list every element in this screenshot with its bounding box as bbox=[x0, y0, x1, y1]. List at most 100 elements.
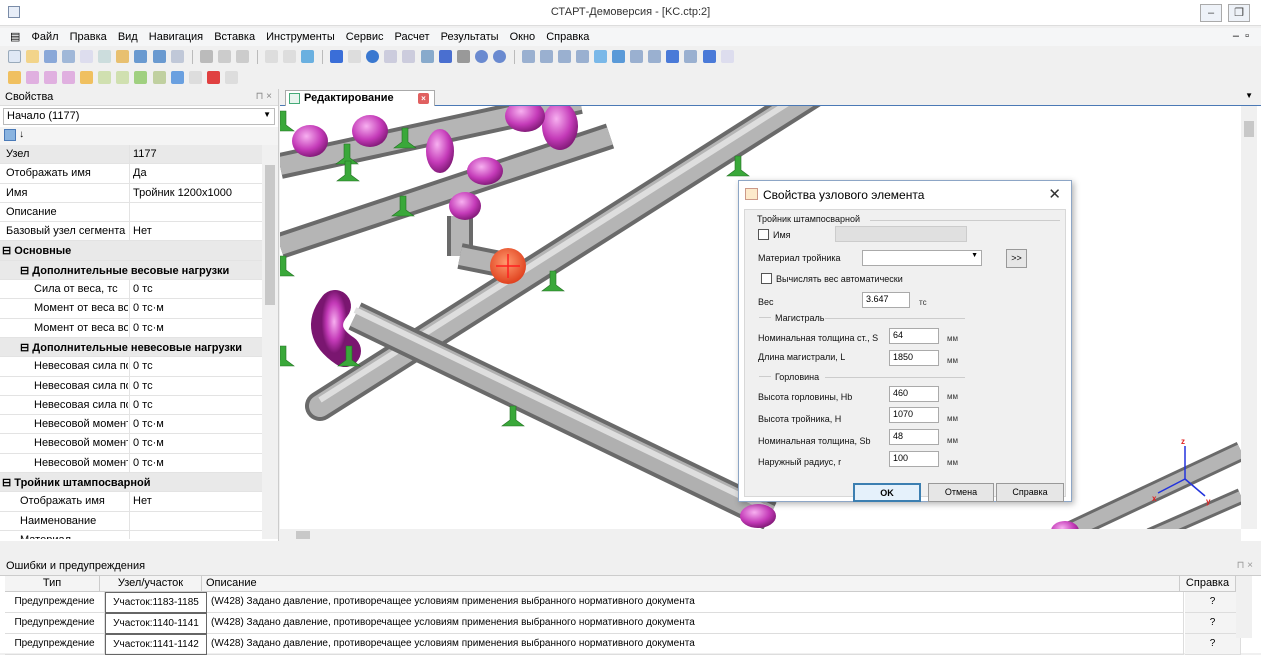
menu-edit[interactable]: Правка bbox=[66, 29, 111, 45]
property-value[interactable]: 0 тс·м bbox=[133, 322, 164, 334]
menu-view[interactable]: Вид bbox=[114, 29, 142, 45]
property-value[interactable]: 0 тс·м bbox=[133, 418, 164, 430]
property-value[interactable]: 0 тс bbox=[133, 283, 153, 295]
orbit-icon[interactable] bbox=[492, 50, 506, 63]
import-icon[interactable] bbox=[152, 50, 166, 63]
col-type[interactable]: Тип bbox=[5, 576, 100, 592]
menu-tools[interactable]: Инструменты bbox=[262, 29, 339, 45]
categorized-icon[interactable] bbox=[4, 129, 16, 141]
node-icon[interactable] bbox=[8, 71, 21, 84]
property-row[interactable]: Невесовая сила по о 0 тс bbox=[0, 376, 262, 396]
col-node[interactable]: Узел/участок bbox=[100, 576, 202, 592]
menu-navigation[interactable]: Навигация bbox=[145, 29, 207, 45]
perspective-icon[interactable] bbox=[666, 50, 680, 63]
menu-window[interactable]: Окно bbox=[506, 29, 540, 45]
tab-editing[interactable]: Редактирование × bbox=[285, 90, 435, 106]
redo-icon[interactable] bbox=[283, 50, 296, 63]
property-row[interactable]: ⊟ Дополнительные невесовые нагрузки bbox=[0, 337, 262, 358]
ok-button[interactable]: OK bbox=[853, 483, 921, 502]
line-icon[interactable] bbox=[612, 50, 626, 63]
guide-icon[interactable] bbox=[152, 71, 166, 84]
zoom-extents-icon[interactable] bbox=[402, 50, 416, 63]
select-icon[interactable] bbox=[420, 50, 434, 63]
viewport-vscroll[interactable] bbox=[1241, 106, 1257, 529]
sphere-icon[interactable] bbox=[366, 50, 380, 63]
cancel-button[interactable]: Отмена bbox=[928, 483, 994, 502]
zoom-icon[interactable] bbox=[456, 50, 470, 63]
neck-height-input[interactable]: 460 bbox=[889, 386, 939, 402]
view-front-icon[interactable] bbox=[539, 50, 553, 63]
property-value[interactable]: 0 тс bbox=[133, 380, 153, 392]
tab-menu-icon[interactable]: ▼ bbox=[1245, 91, 1253, 100]
property-value[interactable]: 0 тс bbox=[133, 360, 153, 372]
view-bottom-icon[interactable] bbox=[648, 50, 662, 63]
error-help-button[interactable]: ? bbox=[1185, 634, 1241, 655]
col-help[interactable]: Справка bbox=[1180, 576, 1236, 592]
error-row[interactable]: Предупреждение Участок:1141-1142 (W428) За… bbox=[5, 634, 1250, 655]
open-icon[interactable] bbox=[26, 50, 40, 63]
property-value[interactable]: 0 тс·м bbox=[133, 302, 164, 314]
move-icon[interactable] bbox=[438, 50, 452, 63]
view-iso2-icon[interactable] bbox=[594, 50, 608, 63]
save-icon[interactable] bbox=[44, 50, 58, 63]
view-back-icon[interactable] bbox=[630, 50, 644, 63]
restore-button[interactable]: ❐ bbox=[1228, 4, 1250, 22]
menu-results[interactable]: Результаты bbox=[437, 29, 503, 45]
property-value[interactable]: 0 тс·м bbox=[133, 437, 164, 449]
table-icon[interactable] bbox=[116, 50, 130, 63]
close-icon[interactable]: ✕ bbox=[1048, 185, 1061, 203]
view-iso-icon[interactable] bbox=[576, 50, 590, 63]
length-input[interactable]: 1850 bbox=[889, 350, 939, 366]
mdi-controls[interactable]: – ▫ bbox=[1233, 30, 1249, 42]
property-row[interactable]: Отображать имя Да bbox=[0, 164, 262, 184]
render-icon[interactable] bbox=[702, 50, 716, 63]
menu-file[interactable]: Файл bbox=[27, 29, 62, 45]
auto-weight-checkbox[interactable] bbox=[761, 273, 772, 284]
pin-icon[interactable]: ⊓ × bbox=[256, 91, 272, 102]
material-select[interactable]: ▼ bbox=[862, 250, 982, 266]
property-row[interactable]: Наименование bbox=[0, 511, 262, 531]
zoom-window-icon[interactable] bbox=[384, 50, 398, 63]
neck-thickness-input[interactable]: 48 bbox=[889, 429, 939, 445]
undo-icon[interactable] bbox=[264, 50, 278, 63]
col-description[interactable]: Описание bbox=[202, 576, 1180, 592]
property-row[interactable]: Описание bbox=[0, 202, 262, 223]
alphabetical-icon[interactable]: ↓ bbox=[19, 129, 24, 140]
delete-icon[interactable] bbox=[206, 71, 220, 84]
refresh-icon[interactable] bbox=[301, 50, 315, 63]
help-button[interactable]: Справка bbox=[996, 483, 1064, 502]
error-help-button[interactable]: ? bbox=[1185, 592, 1241, 613]
property-row[interactable]: Материал bbox=[0, 530, 262, 539]
anchor-icon[interactable] bbox=[134, 71, 148, 84]
material-browse-button[interactable]: >> bbox=[1006, 249, 1027, 268]
reducer-icon[interactable] bbox=[62, 71, 76, 84]
property-value[interactable]: Да bbox=[133, 167, 147, 179]
property-row[interactable]: Момент от веса вокр 0 тс·м bbox=[0, 318, 262, 338]
hanger-icon[interactable] bbox=[116, 71, 130, 84]
name-checkbox[interactable] bbox=[758, 229, 769, 240]
property-value[interactable]: 0 тс bbox=[133, 399, 153, 411]
collapse-icon[interactable]: ⊟ bbox=[2, 245, 14, 257]
property-row[interactable]: Невесовой момент в 0 тс·м bbox=[0, 434, 262, 454]
grid-icon[interactable] bbox=[170, 50, 184, 63]
property-row[interactable]: Невесовая сила по о 0 тс bbox=[0, 357, 262, 377]
menu-service[interactable]: Сервис bbox=[342, 29, 388, 45]
property-row[interactable]: ⊟ Тройник штампосварной bbox=[0, 473, 262, 493]
properties-scrollbar[interactable] bbox=[262, 145, 278, 539]
object-selector[interactable]: Начало (1177) ▼ bbox=[3, 108, 275, 125]
property-row[interactable]: ⊟ Основные bbox=[0, 241, 262, 261]
rotate-icon[interactable] bbox=[474, 50, 488, 63]
save-all-icon[interactable] bbox=[62, 50, 76, 63]
support-icon[interactable] bbox=[98, 71, 112, 84]
weight-input[interactable]: 3.647 bbox=[862, 292, 910, 308]
thickness-input[interactable]: 64 bbox=[889, 328, 939, 344]
find-icon[interactable] bbox=[348, 50, 362, 63]
property-row[interactable]: Базовый узел сегмента Нет bbox=[0, 222, 262, 242]
minimize-button[interactable]: – bbox=[1200, 4, 1222, 22]
errors-pin-icon[interactable]: ⊓ × bbox=[1237, 560, 1253, 571]
property-row[interactable]: Имя Тройник 1200х1000 bbox=[0, 183, 262, 203]
collapse-icon[interactable]: ⊟ bbox=[2, 477, 14, 489]
view-side-icon[interactable] bbox=[558, 50, 571, 63]
error-help-button[interactable]: ? bbox=[1185, 613, 1241, 634]
property-row[interactable]: Отображать имя Нет bbox=[0, 492, 262, 512]
